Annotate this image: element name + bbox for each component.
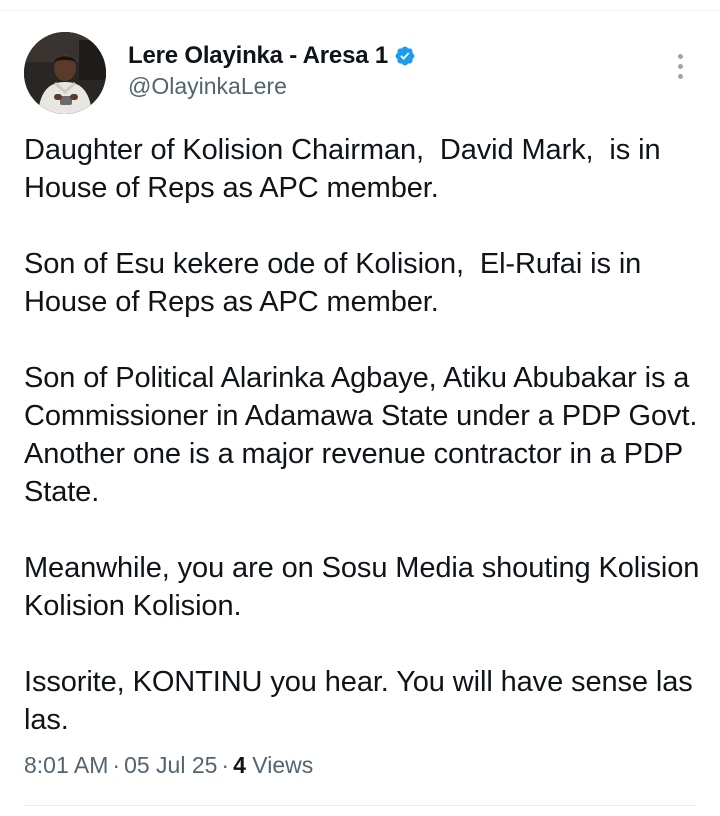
tweet-paragraph: Daughter of Kolision Chairman, David Mar… — [24, 134, 669, 204]
tweet-paragraph: Son of Esu kekere ode of Kolision, El-Ru… — [24, 248, 650, 318]
verified-badge-icon[interactable] — [394, 45, 416, 67]
more-options-icon — [677, 53, 683, 59]
views-label[interactable]: Views — [252, 752, 313, 778]
tweet-text: Daughter of Kolision Chairman, David Mar… — [24, 131, 704, 739]
meta-separator: · — [221, 752, 230, 778]
meta-separator: · — [112, 752, 121, 778]
author-display-name[interactable]: Lere Olayinka - Aresa 1 — [128, 42, 388, 70]
author-name-row: Lere Olayinka - Aresa 1 — [128, 42, 416, 70]
tweet-date[interactable]: 05 Jul 25 — [124, 752, 217, 778]
avatar-photo — [24, 32, 106, 114]
tweet-time[interactable]: 8:01 AM — [24, 752, 108, 778]
tweet: Lere Olayinka - Aresa 1 @OlayinkaLere Da… — [0, 0, 720, 816]
author-handle[interactable]: @OlayinkaLere — [128, 73, 287, 100]
bottom-divider — [24, 805, 696, 806]
more-options-icon-dot — [677, 63, 683, 69]
tweet-paragraph: Issorite, KONTINU you hear. You will hav… — [24, 666, 701, 736]
tweet-paragraph: Meanwhile, you are on Sosu Media shoutin… — [24, 552, 708, 622]
tweet-meta: 8:01 AM · 05 Jul 25 · 4 Views — [24, 752, 313, 779]
tweet-paragraph: Son of Political Alarinka Agbaye, Atiku … — [24, 362, 704, 508]
views-count[interactable]: 4 — [233, 752, 246, 778]
more-options-button[interactable] — [666, 48, 694, 84]
avatar[interactable] — [24, 32, 106, 114]
more-options-icon-dot — [677, 73, 683, 79]
